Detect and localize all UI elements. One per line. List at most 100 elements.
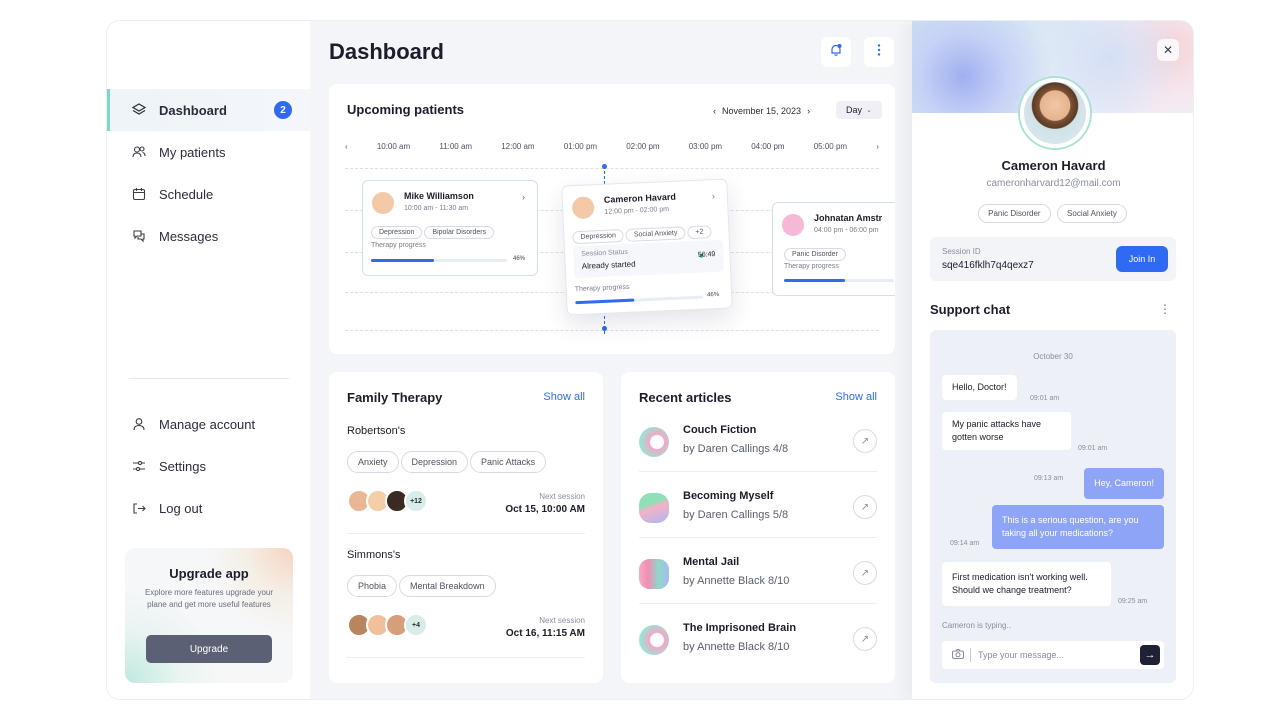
join-in-button[interactable]: Join In	[1116, 246, 1168, 272]
sidebar-divider	[129, 378, 289, 379]
patient-tags: Depression Bipolar Disorders	[371, 221, 496, 239]
next-session-label: Next session	[539, 492, 585, 501]
close-icon[interactable]: ✕	[1157, 39, 1179, 61]
tag: Anxiety	[347, 451, 399, 473]
timeline-next-icon[interactable]: ›	[876, 142, 879, 151]
more-vertical-icon	[877, 43, 881, 62]
article-icon	[639, 625, 669, 655]
sidebar-item-manage-account[interactable]: Manage account	[107, 403, 310, 445]
patient-detail-panel: ✕ Cameron Havard cameronharvard12@mail.c…	[912, 21, 1193, 699]
progress-percent: 46%	[707, 291, 720, 299]
avatar	[372, 192, 394, 214]
view-select-value: Day	[846, 105, 863, 115]
chat-thread: October 30 Hello, Doctor! 09:01 am My pa…	[930, 330, 1176, 683]
patient-name: Johnatan Amstr	[814, 213, 883, 223]
divider	[639, 537, 877, 538]
session-id-label: Session ID	[942, 247, 981, 256]
next-session-label: Next session	[539, 616, 585, 625]
message-time: 09:13 am	[1034, 475, 1064, 482]
time-slot: 02:00 pm	[626, 142, 660, 151]
articles-show-all-link[interactable]: Show all	[835, 391, 877, 403]
status-label: Session Status	[581, 248, 629, 258]
sidebar-item-messages[interactable]: Messages	[107, 215, 310, 257]
sidebar: Dashboard 2 My patients Schedule Message…	[107, 21, 310, 699]
family-avatars: +12	[347, 489, 428, 513]
send-button[interactable]: →	[1140, 645, 1160, 665]
message-bubble: Hey, Cameron!	[1084, 468, 1164, 499]
patient-card-cameron[interactable]: Cameron Havard 12:00 pm - 02:00 pm › Dep…	[561, 178, 733, 316]
sidebar-item-my-patients[interactable]: My patients	[107, 131, 310, 173]
chevron-right-icon[interactable]: ›	[712, 191, 715, 201]
time-slot: 01:00 pm	[563, 142, 598, 151]
article-author: by Daren Callings 4/8	[683, 443, 789, 455]
chevron-down-icon: ⌄	[866, 107, 872, 114]
more-vertical-icon[interactable]: ⋮	[1159, 302, 1171, 316]
arrow-right-icon: →	[1144, 649, 1156, 661]
bell-icon	[829, 43, 843, 62]
more-members-count: +4	[404, 613, 428, 637]
tag: Panic Attacks	[470, 451, 547, 473]
family-show-all-link[interactable]: Show all	[543, 391, 585, 403]
patient-time: 04:00 pm - 06:00 pm	[814, 227, 879, 234]
sidebar-item-dashboard[interactable]: Dashboard 2	[107, 89, 310, 131]
profile-tags: Panic Disorder Social Anxiety	[912, 203, 1193, 223]
patient-tags: Panic Disorder	[784, 243, 848, 261]
message-bubble: This is a serious question, are you taki…	[992, 505, 1164, 549]
message-bubble: Hello, Doctor!	[942, 375, 1017, 400]
more-options-button[interactable]	[864, 37, 894, 67]
chevron-left-icon[interactable]: ‹	[713, 106, 716, 116]
upcoming-title: Upcoming patients	[347, 102, 465, 117]
camera-icon[interactable]	[952, 649, 964, 662]
arrow-up-right-icon[interactable]: ↗	[853, 561, 877, 585]
patient-card-mike[interactable]: Mike Williamson 10:00 am - 11:30 am › De…	[362, 180, 538, 276]
settings-icon	[131, 458, 147, 474]
tag: Bipolar Disorders	[424, 226, 495, 239]
progress-fill	[371, 259, 434, 262]
arrow-up-right-icon[interactable]: ↗	[853, 627, 877, 651]
current-time-dot	[602, 326, 607, 331]
upgrade-button[interactable]: Upgrade	[146, 635, 272, 663]
chat-date: October 30	[1033, 352, 1073, 361]
message-time: 09:01 am	[1030, 395, 1060, 402]
time-slot: 05:00 pm	[813, 142, 848, 151]
typing-indicator: Cameron is typing..	[942, 621, 1011, 630]
family-name: Robertson's	[347, 425, 406, 437]
sidebar-item-label: Manage account	[159, 416, 256, 432]
grid-line	[345, 330, 879, 331]
timeline-prev-icon[interactable]: ‹	[345, 142, 348, 151]
profile-avatar	[1020, 78, 1090, 148]
family-therapy-card: Family Therapy Show all Robertson's Anxi…	[329, 372, 603, 683]
sidebar-item-schedule[interactable]: Schedule	[107, 173, 310, 215]
chevron-right-icon[interactable]: ›	[807, 106, 810, 116]
chevron-right-icon[interactable]: ›	[522, 192, 525, 202]
upgrade-title: Upgrade app	[169, 566, 249, 581]
sidebar-item-label: My patients	[159, 144, 226, 160]
arrow-up-right-icon[interactable]: ↗	[853, 429, 877, 453]
sidebar-item-settings[interactable]: Settings	[107, 445, 310, 487]
calendar-icon	[131, 186, 147, 202]
input-divider	[970, 648, 971, 662]
sidebar-item-label: Log out	[159, 500, 203, 516]
patient-time: 10:00 am - 11:30 am	[404, 205, 469, 212]
avatar	[571, 196, 595, 220]
current-time-dot	[602, 164, 607, 169]
tag: Depression	[371, 226, 423, 239]
sidebar-item-label: Settings	[159, 458, 206, 474]
date-navigator: ‹ November 15, 2023 ›	[713, 106, 810, 116]
progress-bar	[784, 279, 894, 282]
profile-name: Cameron Havard	[1001, 158, 1106, 173]
sidebar-item-log-out[interactable]: Log out	[107, 487, 310, 529]
upgrade-text: Explore more features upgrade your plane…	[144, 588, 274, 609]
patient-card-johnatan[interactable]: Johnatan Amstr 04:00 pm - 06:00 pm Panic…	[772, 202, 895, 296]
arrow-up-right-icon[interactable]: ↗	[853, 495, 877, 519]
view-select[interactable]: Day ⌄	[836, 101, 882, 119]
tag: Panic Disorder	[978, 204, 1051, 223]
message-input[interactable]	[978, 647, 1128, 663]
sidebar-item-label: Messages	[159, 228, 219, 244]
progress-label: Therapy progress	[371, 242, 426, 249]
profile-email[interactable]: cameronharvard12@mail.com	[912, 178, 1193, 189]
progress-fill	[575, 298, 635, 305]
family-name: Simmons's	[347, 549, 401, 561]
article-title: The Imprisoned Brain	[683, 622, 797, 634]
notifications-button[interactable]	[821, 37, 851, 67]
